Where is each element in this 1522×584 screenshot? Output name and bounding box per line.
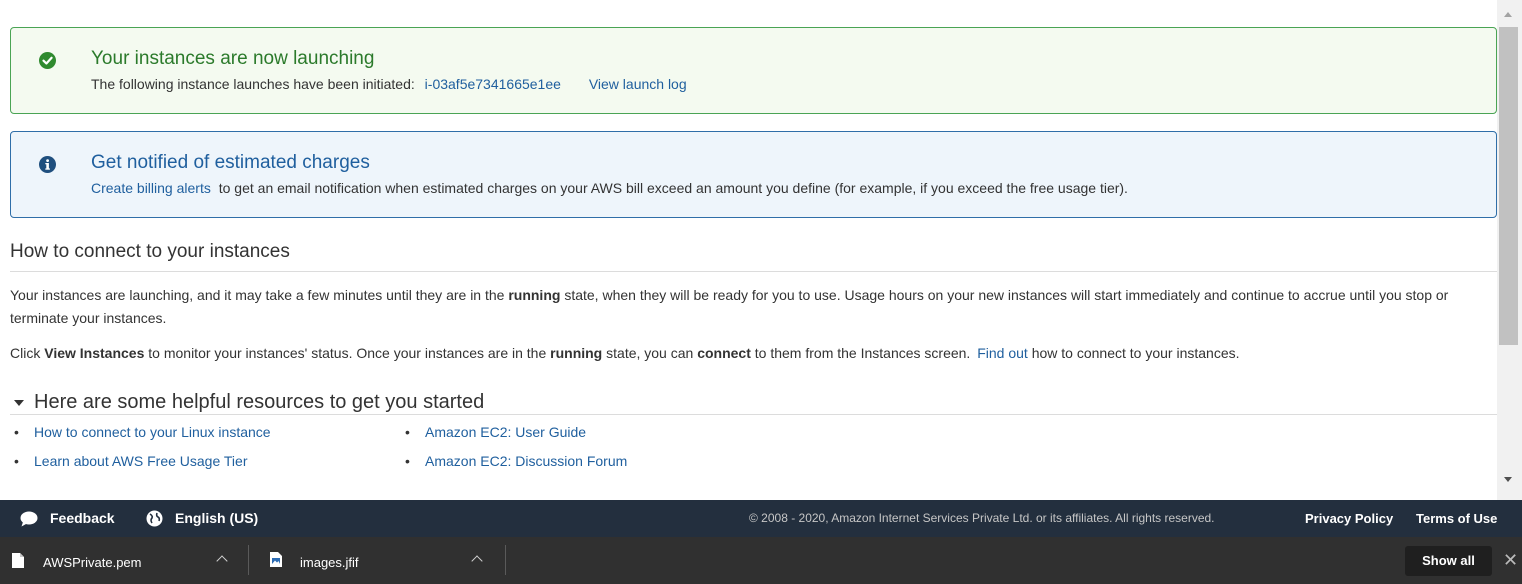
- view-instances-text: View Instances: [44, 345, 145, 361]
- linux-connect-link[interactable]: How to connect to your Linux instance: [34, 424, 271, 440]
- section-divider: [10, 271, 1497, 272]
- resources-toggle[interactable]: Here are some helpful resources to get y…: [14, 391, 484, 414]
- bullet: •: [405, 424, 410, 440]
- vertical-scrollbar[interactable]: [1497, 0, 1522, 500]
- copyright-text: © 2008 - 2020, Amazon Internet Services …: [749, 511, 1215, 525]
- resource-item-forum: • Amazon EC2: Discussion Forum: [405, 453, 627, 469]
- para2-text-h: how to connect to your instances.: [1031, 345, 1240, 361]
- launch-alert-body: The following instance launches have bee…: [91, 76, 687, 92]
- bullet: •: [14, 453, 19, 469]
- scroll-up-arrow-icon[interactable]: [1504, 12, 1512, 17]
- download-separator: [505, 545, 506, 575]
- download-filename: AWSPrivate.pem: [43, 555, 142, 570]
- para2-text-c: to monitor your instances' status. Once …: [148, 345, 547, 361]
- view-launch-log-link[interactable]: View launch log: [589, 76, 687, 92]
- scrollbar-thumb[interactable]: [1499, 27, 1518, 345]
- running-state-text: running: [508, 287, 561, 303]
- close-icon[interactable]: ✕: [1503, 549, 1518, 571]
- main-content: Your instances are now launching The fol…: [0, 0, 1497, 500]
- para2-text-a: Click: [10, 345, 41, 361]
- bullet: •: [405, 453, 410, 469]
- chevron-up-icon[interactable]: [216, 555, 228, 567]
- billing-alert-text: to get an email notification when estima…: [218, 180, 1128, 196]
- instance-id-link[interactable]: i-03af5e7341665e1ee: [425, 76, 561, 92]
- show-all-button[interactable]: Show all: [1405, 546, 1492, 576]
- para2-text-g: to them from the Instances screen.: [754, 345, 971, 361]
- connect-heading: How to connect to your instances: [10, 241, 290, 262]
- billing-alert-body: Create billing alerts to get an email no…: [91, 180, 1128, 196]
- running-state-text-2: running: [550, 345, 603, 361]
- feedback-bubble-icon: [20, 511, 38, 527]
- info-circle-icon: [39, 156, 56, 173]
- image-file-icon: [270, 552, 282, 567]
- download-item[interactable]: AWSPrivate.pem: [0, 537, 248, 584]
- para2-text-e: state, you can: [606, 345, 694, 361]
- launch-success-alert: Your instances are now launching The fol…: [10, 27, 1497, 114]
- feedback-button[interactable]: Feedback: [50, 510, 115, 526]
- privacy-policy-link[interactable]: Privacy Policy: [1305, 511, 1393, 526]
- terms-of-use-link[interactable]: Terms of Use: [1416, 511, 1497, 526]
- billing-info-alert: Get notified of estimated charges Create…: [10, 131, 1497, 218]
- resources-divider: [10, 414, 1497, 415]
- chevron-up-icon[interactable]: [471, 555, 483, 567]
- check-circle-icon: [39, 52, 56, 69]
- language-selector[interactable]: English (US): [175, 510, 258, 526]
- console-footer: Feedback English (US) © 2008 - 2020, Ama…: [0, 500, 1522, 537]
- free-tier-link[interactable]: Learn about AWS Free Usage Tier: [34, 453, 247, 469]
- launch-alert-text: The following instance launches have bee…: [91, 76, 415, 92]
- discussion-forum-link[interactable]: Amazon EC2: Discussion Forum: [425, 453, 627, 469]
- user-guide-link[interactable]: Amazon EC2: User Guide: [425, 424, 586, 440]
- billing-alert-title: Get notified of estimated charges: [91, 152, 370, 173]
- download-item[interactable]: images.jfif: [249, 537, 505, 584]
- scroll-down-arrow-icon[interactable]: [1504, 477, 1512, 482]
- launch-info-paragraph: Your instances are launching, and it may…: [10, 284, 1490, 330]
- download-filename: images.jfif: [300, 555, 359, 570]
- bullet: •: [14, 424, 19, 440]
- create-billing-alerts-link[interactable]: Create billing alerts: [91, 180, 211, 196]
- resource-item-linux: • How to connect to your Linux instance: [14, 424, 271, 440]
- resource-item-free-tier: • Learn about AWS Free Usage Tier: [14, 453, 247, 469]
- resource-item-user-guide: • Amazon EC2: User Guide: [405, 424, 586, 440]
- para1-text-a: Your instances are launching, and it may…: [10, 287, 505, 303]
- view-instances-paragraph: Click View Instances to monitor your ins…: [10, 342, 1490, 365]
- launch-alert-title: Your instances are now launching: [91, 48, 375, 69]
- caret-down-icon: [14, 399, 24, 406]
- find-out-link[interactable]: Find out: [977, 345, 1028, 361]
- downloads-bar: AWSPrivate.pem images.jfif Show all ✕: [0, 537, 1522, 584]
- file-icon: [12, 553, 24, 568]
- resources-heading: Here are some helpful resources to get y…: [34, 391, 485, 413]
- connect-text: connect: [697, 345, 751, 361]
- globe-icon: [146, 510, 163, 527]
